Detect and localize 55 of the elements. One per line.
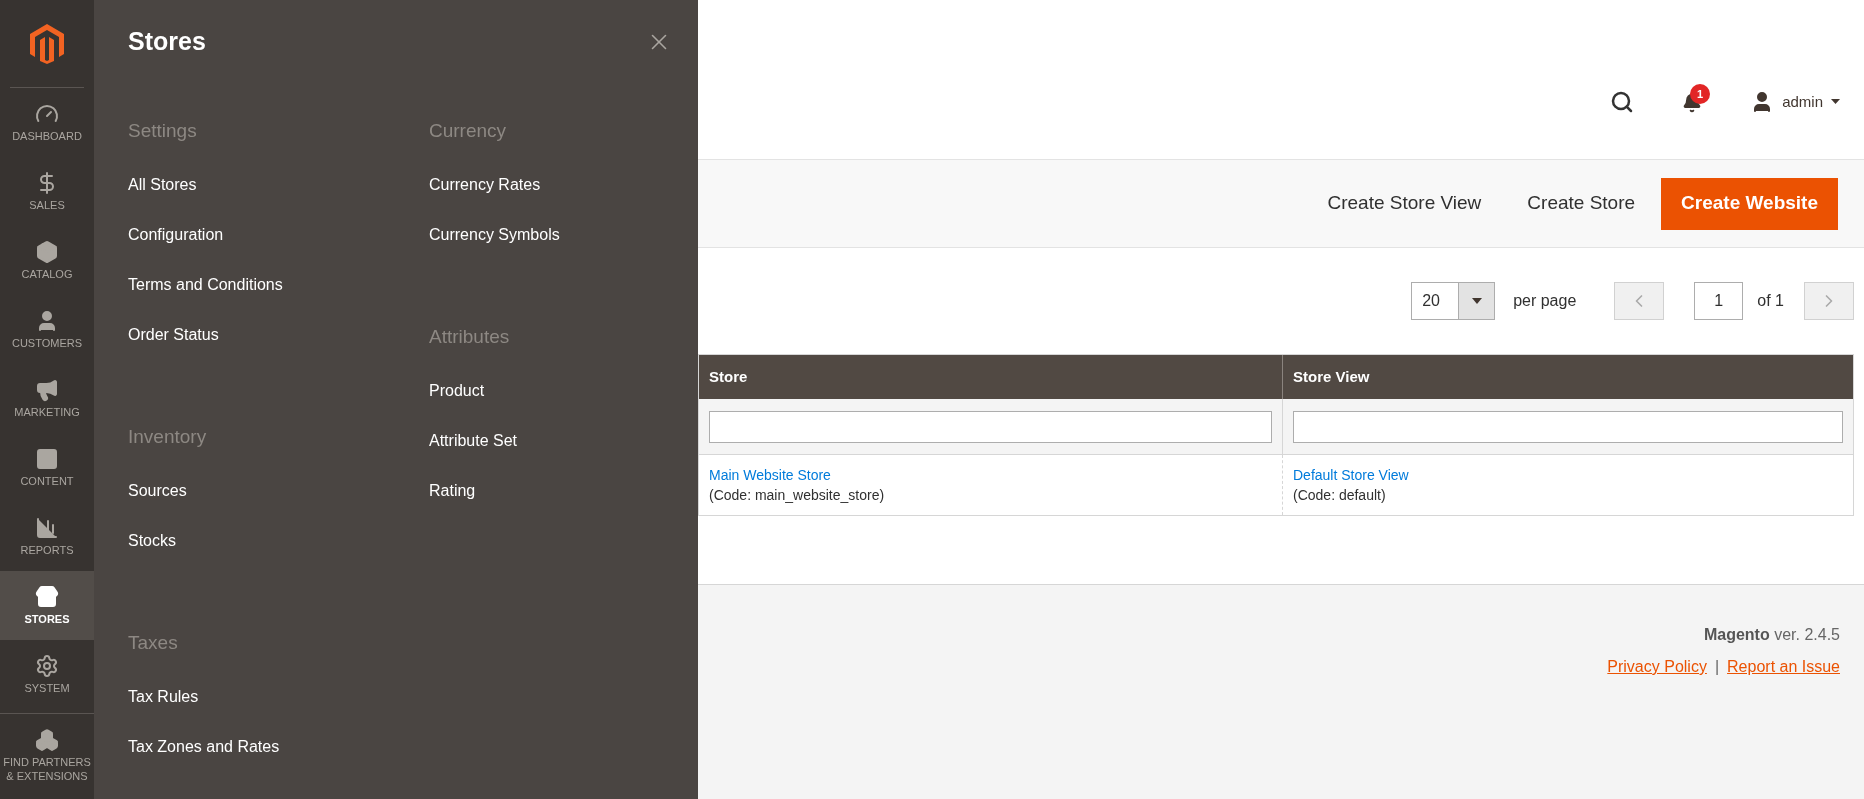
filter-field[interactable] bbox=[1293, 410, 1843, 443]
menu-link[interactable]: Configuration bbox=[128, 210, 429, 260]
column-header[interactable]: Store View bbox=[1283, 355, 1853, 399]
flyout-title: Stores bbox=[128, 26, 206, 58]
menu-link[interactable]: Stocks bbox=[128, 516, 429, 566]
search-icon[interactable] bbox=[1610, 90, 1635, 114]
caret-icon bbox=[1831, 99, 1840, 105]
sidebar-item[interactable]: REPORTS bbox=[0, 502, 94, 571]
store-code: (Code: default) bbox=[1293, 486, 1386, 505]
notification-count: 1 bbox=[1690, 84, 1711, 104]
menu-link[interactable]: Sources bbox=[128, 466, 429, 516]
user-menu[interactable]: admin bbox=[1750, 90, 1840, 114]
menu-link[interactable]: Product bbox=[429, 366, 669, 416]
sidebar-item[interactable]: SYSTEM bbox=[0, 640, 94, 709]
menu-link[interactable]: All Stores bbox=[128, 160, 429, 210]
sidebar-item[interactable]: CATALOG bbox=[0, 226, 94, 295]
menu-link[interactable]: Currency Symbols bbox=[429, 210, 669, 260]
menu-link[interactable]: Currency Rates bbox=[429, 160, 669, 210]
primary-button[interactable]: Create Website bbox=[1661, 177, 1838, 230]
page-field[interactable]: 1 bbox=[1694, 282, 1744, 320]
sidebar-item[interactable]: CONTENT bbox=[0, 433, 94, 502]
version-text: Magento ver. 2.4.5 bbox=[1703, 625, 1840, 645]
menu-link[interactable]: Tax Rules bbox=[128, 672, 429, 722]
menu-link[interactable]: Tax Zones and Rates bbox=[128, 722, 429, 772]
section-heading: Currency bbox=[429, 118, 508, 143]
caret-icon bbox=[1471, 298, 1482, 304]
gear-icon bbox=[35, 654, 59, 678]
next-page-button[interactable] bbox=[1804, 282, 1854, 320]
filter-field[interactable] bbox=[709, 410, 1272, 443]
section-heading: Settings bbox=[128, 118, 198, 143]
menu-link[interactable]: Order Status bbox=[128, 310, 429, 360]
per-page-label: per page bbox=[1513, 291, 1577, 311]
storefront-icon bbox=[35, 585, 59, 609]
store-link[interactable]: Default Store View bbox=[1293, 465, 1409, 485]
logo-icon bbox=[30, 23, 64, 64]
menu-link[interactable]: Rating bbox=[429, 466, 669, 516]
previous-page-button[interactable] bbox=[1614, 282, 1665, 320]
store-code: (Code: main_website_store) bbox=[709, 486, 885, 505]
per-page-select[interactable]: 20 bbox=[1411, 282, 1496, 320]
sidebar-item[interactable]: CUSTOMERS bbox=[0, 295, 94, 364]
page-count: of 1 bbox=[1757, 291, 1784, 311]
action-button[interactable]: Create Store bbox=[1507, 177, 1656, 230]
link-separator: | bbox=[1714, 657, 1720, 677]
section-heading: Inventory bbox=[128, 424, 208, 449]
sidebar-item[interactable]: SALES bbox=[0, 157, 94, 226]
sidebar-item[interactable]: DASHBOARD bbox=[0, 88, 94, 157]
megaphone-icon bbox=[35, 378, 59, 402]
section-heading: Attributes bbox=[429, 324, 511, 349]
menu-link[interactable]: Attribute Set bbox=[429, 416, 669, 466]
action-button[interactable]: Create Store View bbox=[1307, 177, 1502, 230]
sidebar-item[interactable]: MARKETING bbox=[0, 364, 94, 433]
section-heading: Taxes bbox=[128, 630, 179, 655]
menu-link[interactable]: Terms and Conditions bbox=[128, 260, 429, 310]
store-link[interactable]: Main Website Store bbox=[709, 465, 831, 485]
sidebar-item[interactable]: STORES bbox=[0, 571, 94, 640]
